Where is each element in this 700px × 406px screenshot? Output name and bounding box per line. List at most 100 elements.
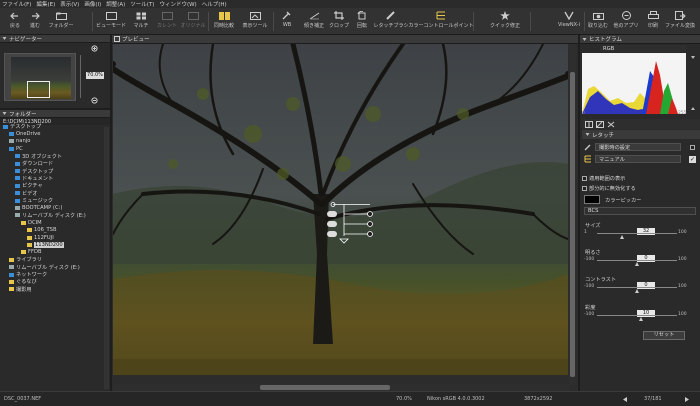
menu-item[interactable]: ウィンドウ(W) <box>159 0 196 8</box>
folder-header[interactable]: フォルダー <box>0 110 110 118</box>
slider-handle[interactable] <box>619 235 624 239</box>
retouch-tab-icon[interactable] <box>596 120 604 128</box>
menu-item[interactable]: 編集(E) <box>36 0 55 8</box>
slider-handle[interactable] <box>634 289 639 293</box>
tree-item-label: リムーバブル ディスク (E:) <box>22 212 86 219</box>
slider-track[interactable] <box>597 315 677 316</box>
tree-item[interactable]: ライブラリ <box>0 256 110 263</box>
folder-icon <box>15 176 20 181</box>
tree-item[interactable]: デスクトップ <box>0 167 110 175</box>
color-control-point[interactable] <box>326 202 378 244</box>
menu-item[interactable]: 調整(A) <box>106 0 125 8</box>
tree-item[interactable]: PC <box>0 145 110 152</box>
preset-enable-checkbox[interactable] <box>690 145 695 150</box>
folder-icon <box>9 139 14 144</box>
histogram-channel-select[interactable]: RGB <box>600 45 686 52</box>
previous-icon[interactable] <box>621 396 629 403</box>
show-adjusted-option[interactable]: 適用範囲の表示 <box>582 174 625 182</box>
tree-item[interactable]: リムーバブル ディスク (E:) <box>0 263 110 271</box>
tree-item-label: 3D オブジェクト <box>22 153 63 160</box>
slider-min: -100 <box>584 312 595 317</box>
zoom-value[interactable]: 70.0% <box>86 72 104 79</box>
adjust-tab-icon[interactable] <box>585 120 593 128</box>
tree-item[interactable]: ミュージック <box>0 197 110 204</box>
zoom-in-icon[interactable] <box>91 45 99 53</box>
zoom-out-icon[interactable] <box>91 97 99 105</box>
folder-button[interactable]: フォルダー <box>44 10 78 29</box>
tree-item[interactable]: ぐるなび <box>0 278 110 285</box>
tree-item[interactable]: リムーバブル ディスク (E:) <box>0 212 110 219</box>
tree-item[interactable]: ネットワーク <box>0 271 110 278</box>
horizontal-scroll-thumb[interactable] <box>260 385 390 390</box>
tree-item[interactable]: 106_TSB <box>0 226 110 233</box>
color-control-point-button[interactable]: カラーコントロールポイント <box>409 10 474 29</box>
vertical-scroll-thumb[interactable] <box>570 72 575 377</box>
preview-header[interactable]: プレビュー <box>112 35 578 44</box>
slider-track[interactable] <box>597 260 677 261</box>
tree-item-label: FFDB <box>28 249 42 256</box>
tree-item[interactable]: BOOTCAMP (C:) <box>0 204 110 211</box>
viewer-mode-button[interactable]: ビューモード <box>94 10 128 29</box>
tree-item[interactable]: 3D オブジェクト <box>0 153 110 160</box>
file-convert-button[interactable]: ファイル変換 <box>663 10 697 29</box>
menu-item[interactable]: ツール(T) <box>130 0 154 8</box>
histogram-side-slider[interactable] <box>689 52 697 114</box>
folder-icon <box>15 198 20 203</box>
tree-item[interactable]: 112FUJI <box>0 234 110 241</box>
apps-icon <box>620 10 632 21</box>
retouch-header[interactable]: レタッチ <box>582 130 700 139</box>
folder-icon <box>21 220 26 225</box>
slider-track[interactable] <box>597 233 677 234</box>
slider-track[interactable] <box>597 287 677 288</box>
crop-icon <box>333 10 345 21</box>
mode-select[interactable]: マニュアル <box>595 155 681 163</box>
tree-item[interactable]: 撮影用 <box>0 286 110 293</box>
disable-partial-option[interactable]: 部分的に無効化する <box>582 184 636 192</box>
color-swatch[interactable] <box>584 195 600 204</box>
forward-arrow-icon <box>29 10 41 21</box>
tree-item[interactable]: ダウンロード <box>0 160 110 167</box>
slider-min: 1 <box>584 230 587 235</box>
compare-button[interactable]: 同時比較 <box>207 10 241 29</box>
tree-item[interactable]: ビデオ <box>0 190 110 197</box>
display-tool-icon <box>249 10 261 21</box>
zoom-slider[interactable] <box>80 55 81 98</box>
tree-item-label: デスクトップ <box>22 168 54 175</box>
tree-item[interactable]: ドキュメント <box>0 175 110 182</box>
tree-scrollbar[interactable] <box>104 127 109 389</box>
navigator-header[interactable]: ナビゲーター <box>0 35 110 43</box>
tree-item-label: PC <box>16 145 23 152</box>
menu-item[interactable]: 表示(V) <box>60 0 79 8</box>
tree-item[interactable]: DCIM <box>0 219 110 226</box>
original-button[interactable]: オリジナル <box>176 10 210 29</box>
menu-item[interactable]: ファイル(F) <box>2 0 31 8</box>
bcs-select[interactable]: BCS <box>584 207 696 215</box>
slider-handle[interactable] <box>634 262 639 266</box>
multi-view-icon <box>135 10 147 21</box>
tools-tab-icon[interactable] <box>607 121 615 128</box>
histogram-header[interactable]: ヒストグラム <box>580 35 700 44</box>
tree-item[interactable]: nanjo <box>0 138 110 145</box>
slider-handle[interactable] <box>638 317 643 321</box>
folder-icon <box>15 205 20 210</box>
reset-button[interactable]: リセット <box>643 331 685 340</box>
display-tool-button[interactable]: 表示ツール <box>238 10 272 29</box>
tree-item[interactable]: FFDB <box>0 249 110 256</box>
mode-enabled-checkbox[interactable]: ✓ <box>689 156 696 163</box>
tree-item-label: DCIM <box>28 219 42 226</box>
next-icon[interactable] <box>683 396 691 403</box>
menu-item[interactable]: 画像(I) <box>84 0 101 8</box>
menu-item[interactable]: ヘルプ(H) <box>202 0 227 8</box>
retouch-brush-button[interactable]: レタッチブラシ <box>374 10 408 29</box>
tree-item[interactable]: OneDrive <box>0 130 110 137</box>
viewport-rectangle[interactable] <box>27 81 50 98</box>
quick-fix-button[interactable]: クイック修正 <box>488 10 522 29</box>
color-picker-label[interactable]: カラーピッカー <box>605 196 641 204</box>
tree-item[interactable]: デスクトップ <box>0 123 110 130</box>
folder-icon <box>15 183 20 188</box>
tree-item[interactable]: ピクチャ <box>0 182 110 189</box>
navigator-thumbnail[interactable] <box>4 53 76 101</box>
retouch-preset-select[interactable]: 撮影時の設定 <box>595 143 681 151</box>
tree-item[interactable]: 113ND200 <box>0 241 110 248</box>
collapse-icon <box>585 133 590 136</box>
